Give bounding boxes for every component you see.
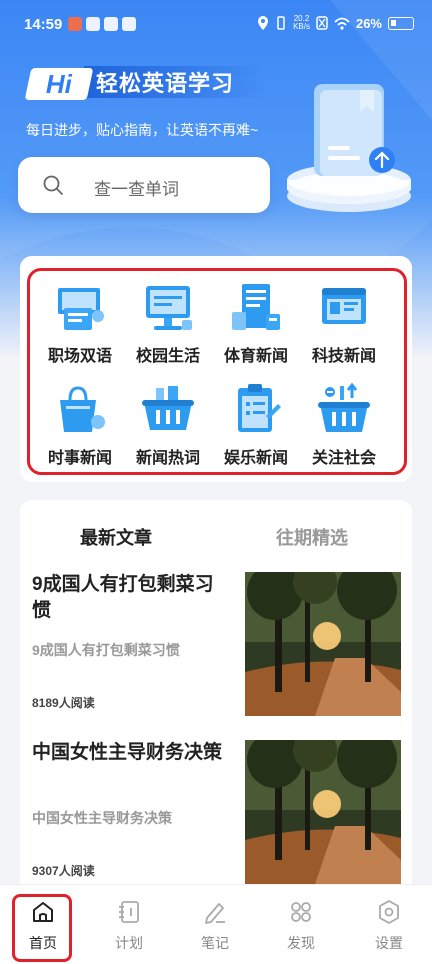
notebook-icon [119, 901, 139, 923]
tab-notes[interactable]: 笔记 [172, 885, 258, 953]
article-subtitle: 中国女性主导财务决策 [32, 810, 172, 826]
article-title: 9成国人有打包剩菜习惯 [32, 574, 214, 621]
tab-label: 笔记 [201, 935, 229, 951]
article-item[interactable]: 中国女性主导财务决策 中国女性主导财务决策 9307人阅读 [32, 740, 402, 884]
tab-latest-articles[interactable]: 最新文章 [80, 524, 152, 550]
article-title: 中国女性主导财务决策 [32, 742, 223, 763]
search-bar[interactable]: 查一查单词 [18, 157, 270, 213]
wifi-icon [334, 17, 350, 30]
tab-label: 设置 [375, 935, 403, 951]
tab-plan[interactable]: 计划 [86, 885, 172, 953]
net-speed: 20.2 KB/s [293, 14, 310, 31]
search-icon [43, 175, 63, 195]
article-item[interactable]: 9成国人有打包剩菜习惯 9成国人有打包剩菜习惯 8189人阅读 [32, 572, 402, 716]
slogan: 每日进步，贴心指南，让英语不再难~ [26, 122, 259, 138]
app-title: 轻松英语学习 [96, 71, 235, 96]
category-highlight-box [27, 268, 407, 475]
status-bar: 14:59 20.2 KB/s 26% [0, 0, 432, 50]
status-right: 20.2 KB/s 26% [257, 15, 414, 31]
article-read-count: 8189人阅读 [32, 696, 95, 710]
article-read-count: 9307人阅读 [32, 864, 95, 878]
grid-circles-icon [291, 902, 311, 922]
article-thumbnail [245, 740, 401, 884]
app-notification-icon [68, 17, 82, 31]
article-subtitle: 9成国人有打包剩菜习惯 [32, 642, 180, 658]
search-placeholder: 查一查单词 [94, 180, 179, 199]
tab-settings[interactable]: 设置 [346, 885, 432, 953]
home-highlight-box [12, 894, 72, 962]
status-time: 14:59 [24, 16, 63, 33]
tab-discover[interactable]: 发现 [258, 885, 344, 953]
no-sim-icon [316, 16, 328, 30]
battery-icon [388, 16, 414, 30]
browser-app-icon [122, 17, 136, 31]
hexagon-settings-icon [379, 900, 399, 924]
app-logo: Hi [24, 68, 94, 100]
tab-past-selections[interactable]: 往期精选 [276, 524, 348, 550]
article-thumbnail [245, 572, 401, 716]
notification-icons [68, 17, 136, 31]
wallet-app-icon [104, 17, 118, 31]
location-icon [258, 16, 269, 30]
battery-percent: 26% [355, 15, 382, 31]
video-app-icon [86, 17, 100, 31]
tab-label: 发现 [287, 935, 315, 951]
vibrate-icon [277, 16, 285, 30]
pen-icon [205, 903, 225, 924]
tab-label: 计划 [115, 935, 143, 951]
book-illustration [287, 84, 411, 212]
